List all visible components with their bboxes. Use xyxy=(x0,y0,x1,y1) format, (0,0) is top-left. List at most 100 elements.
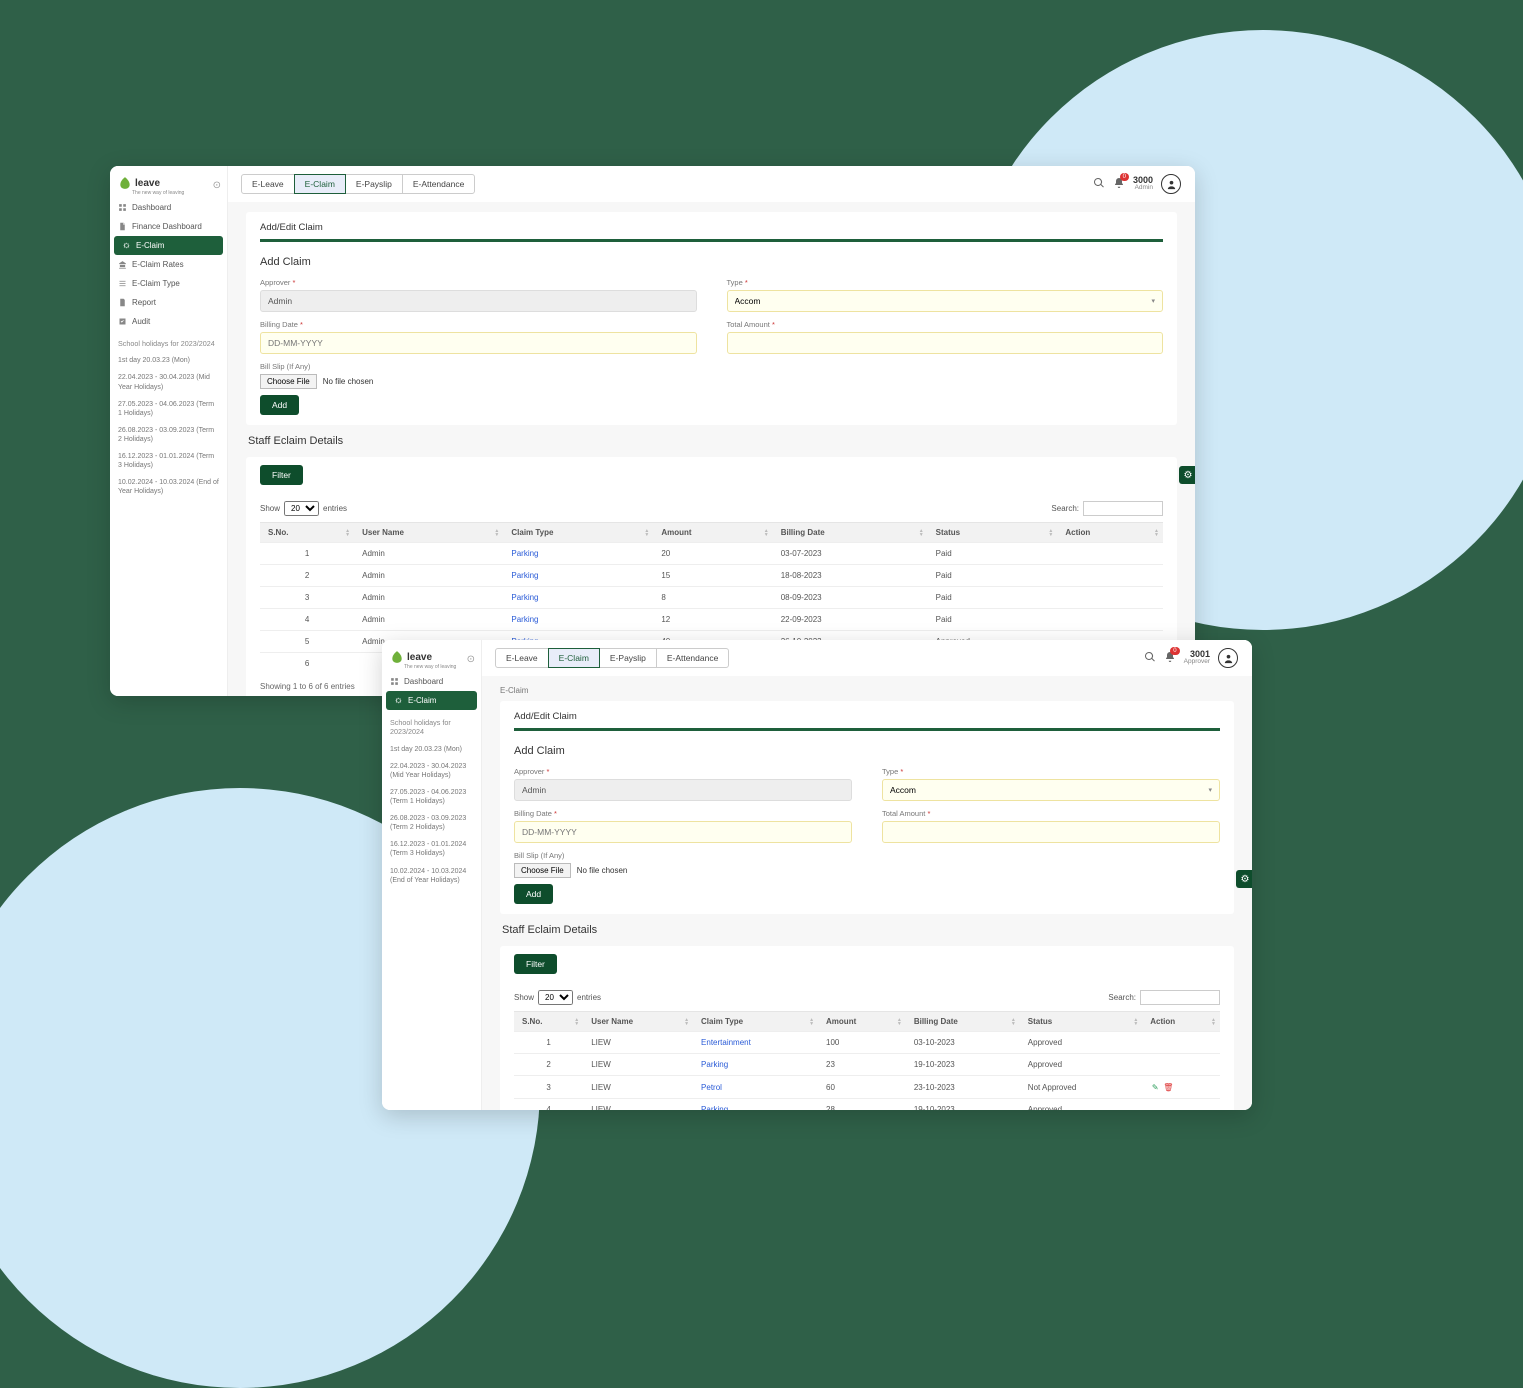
sidebar-item-dashboard[interactable]: Dashboard xyxy=(382,672,481,691)
col-billing-date[interactable]: Billing Date▲▼ xyxy=(906,1012,1020,1032)
col-amount[interactable]: Amount▲▼ xyxy=(653,523,772,543)
sidebar-item-e-claim[interactable]: E-Claim xyxy=(114,236,223,255)
bell-icon[interactable]: 0 xyxy=(1113,177,1125,192)
tab-e-payslip[interactable]: E-Payslip xyxy=(345,174,403,194)
sort-icon: ▲▼ xyxy=(919,529,924,537)
holiday-note: 16.12.2023 - 01.01.2024 (Term 3 Holidays… xyxy=(110,448,227,474)
sidebar-item-finance-dashboard[interactable]: Finance Dashboard xyxy=(110,217,227,236)
user-role: Approver xyxy=(1184,659,1210,666)
sidebar-collapse-icon[interactable]: ⊙ xyxy=(467,654,475,665)
cell-type[interactable]: Parking xyxy=(503,565,653,587)
cell-type[interactable]: Parking xyxy=(503,543,653,565)
col-s-no-[interactable]: S.No.▲▼ xyxy=(260,523,354,543)
slip-label: Bill Slip (If Any) xyxy=(514,851,1220,860)
tab-e-payslip[interactable]: E-Payslip xyxy=(599,648,657,668)
leaf-icon xyxy=(118,176,132,190)
tab-e-claim[interactable]: E-Claim xyxy=(294,174,346,194)
sort-icon: ▲▼ xyxy=(684,1018,689,1026)
type-select[interactable] xyxy=(727,290,1164,312)
add-button[interactable]: Add xyxy=(260,395,299,415)
cell-sno: 5 xyxy=(260,631,354,653)
cell-type[interactable]: Petrol xyxy=(693,1076,818,1099)
filter-button[interactable]: Filter xyxy=(260,465,303,485)
cell-date: 19-10-2023 xyxy=(906,1099,1020,1111)
bell-icon[interactable]: 0 xyxy=(1164,651,1176,666)
cell-amount: 60 xyxy=(818,1076,906,1099)
holiday-note: 1st day 20.03.23 (Mon) xyxy=(382,741,481,758)
search-label: Search: xyxy=(1108,993,1136,1002)
col-user-name[interactable]: User Name▲▼ xyxy=(354,523,503,543)
table-row: 4AdminParking1222-09-2023Paid xyxy=(260,609,1163,631)
settings-fab[interactable]: ⚙ xyxy=(1179,466,1195,484)
col-billing-date[interactable]: Billing Date▲▼ xyxy=(773,523,928,543)
avatar[interactable] xyxy=(1161,174,1181,194)
choose-file-button[interactable]: Choose File xyxy=(514,863,571,878)
panel-title: Add/Edit Claim xyxy=(260,222,1163,242)
sidebar-item-report[interactable]: Report xyxy=(110,293,227,312)
settings-fab[interactable]: ⚙ xyxy=(1236,870,1252,888)
amount-input[interactable] xyxy=(882,821,1220,843)
search-icon[interactable] xyxy=(1144,651,1156,666)
cell-action xyxy=(1142,1032,1220,1054)
col-amount[interactable]: Amount▲▼ xyxy=(818,1012,906,1032)
col-action[interactable]: Action▲▼ xyxy=(1142,1012,1220,1032)
type-select[interactable] xyxy=(882,779,1220,801)
edit-icon[interactable]: ✎ xyxy=(1150,1082,1160,1092)
col-action[interactable]: Action▲▼ xyxy=(1057,523,1163,543)
cell-type[interactable]: Parking xyxy=(503,609,653,631)
table-row: 1LIEWEntertainment10003-10-2023Approved xyxy=(514,1032,1220,1054)
sidebar-item-e-claim-rates[interactable]: E-Claim Rates xyxy=(110,255,227,274)
sidebar-item-e-claim-type[interactable]: E-Claim Type xyxy=(110,274,227,293)
sidebar-collapse-icon[interactable]: ⊙ xyxy=(213,180,221,191)
tab-e-leave[interactable]: E-Leave xyxy=(495,648,549,668)
page-length-select[interactable]: 20 xyxy=(284,501,319,516)
sidebar-item-label: Dashboard xyxy=(404,677,443,686)
col-claim-type[interactable]: Claim Type▲▼ xyxy=(693,1012,818,1032)
col-status[interactable]: Status▲▼ xyxy=(1020,1012,1142,1032)
cell-type[interactable]: Parking xyxy=(693,1054,818,1076)
delete-icon[interactable]: 🗑 xyxy=(1163,1082,1173,1092)
search-input[interactable] xyxy=(1083,501,1163,516)
cell-status: Paid xyxy=(928,587,1058,609)
search-input[interactable] xyxy=(1140,990,1220,1005)
billing-date-input[interactable] xyxy=(514,821,852,843)
tab-e-leave[interactable]: E-Leave xyxy=(241,174,295,194)
cell-status: Paid xyxy=(928,543,1058,565)
tab-e-claim[interactable]: E-Claim xyxy=(548,648,600,668)
sidebar-item-audit[interactable]: Audit xyxy=(110,312,227,331)
holiday-note: 10.02.2024 - 10.03.2024 (End of Year Hol… xyxy=(382,863,481,889)
col-status[interactable]: Status▲▼ xyxy=(928,523,1058,543)
billing-date-input[interactable] xyxy=(260,332,697,354)
type-label: Type xyxy=(882,767,1220,776)
claims-table: S.No.▲▼User Name▲▼Claim Type▲▼Amount▲▼Bi… xyxy=(514,1011,1220,1110)
col-user-name[interactable]: User Name▲▼ xyxy=(583,1012,693,1032)
search-icon[interactable] xyxy=(1093,177,1105,192)
cell-action xyxy=(1057,565,1163,587)
tab-e-attendance[interactable]: E-Attendance xyxy=(402,174,476,194)
cell-status: Approved xyxy=(1020,1032,1142,1054)
sidebar-item-e-claim[interactable]: E-Claim xyxy=(386,691,477,710)
sidebar-item-dashboard[interactable]: Dashboard xyxy=(110,198,227,217)
cell-type[interactable]: Entertainment xyxy=(693,1032,818,1054)
add-button[interactable]: Add xyxy=(514,884,553,904)
amount-input[interactable] xyxy=(727,332,1164,354)
col-s-no-[interactable]: S.No.▲▼ xyxy=(514,1012,583,1032)
amount-label: Total Amount xyxy=(727,320,1164,329)
sort-icon: ▲▼ xyxy=(764,529,769,537)
tab-e-attendance[interactable]: E-Attendance xyxy=(656,648,730,668)
user-role: Admin xyxy=(1133,185,1153,192)
type-label: Type xyxy=(727,278,1164,287)
choose-file-button[interactable]: Choose File xyxy=(260,374,317,389)
sidebar-item-label: Finance Dashboard xyxy=(132,222,202,231)
holiday-note: 10.02.2024 - 10.03.2024 (End of Year Hol… xyxy=(110,474,227,500)
list-icon xyxy=(118,279,127,288)
avatar[interactable] xyxy=(1218,648,1238,668)
topbar: E-LeaveE-ClaimE-PayslipE-Attendance 0 30… xyxy=(228,166,1195,202)
cell-type[interactable]: Parking xyxy=(503,587,653,609)
cell-amount: 23 xyxy=(818,1054,906,1076)
page-length-select[interactable]: 20 xyxy=(538,990,573,1005)
cell-type[interactable]: Parking xyxy=(693,1099,818,1111)
col-claim-type[interactable]: Claim Type▲▼ xyxy=(503,523,653,543)
module-tabs: E-LeaveE-ClaimE-PayslipE-Attendance xyxy=(496,648,729,668)
filter-button[interactable]: Filter xyxy=(514,954,557,974)
